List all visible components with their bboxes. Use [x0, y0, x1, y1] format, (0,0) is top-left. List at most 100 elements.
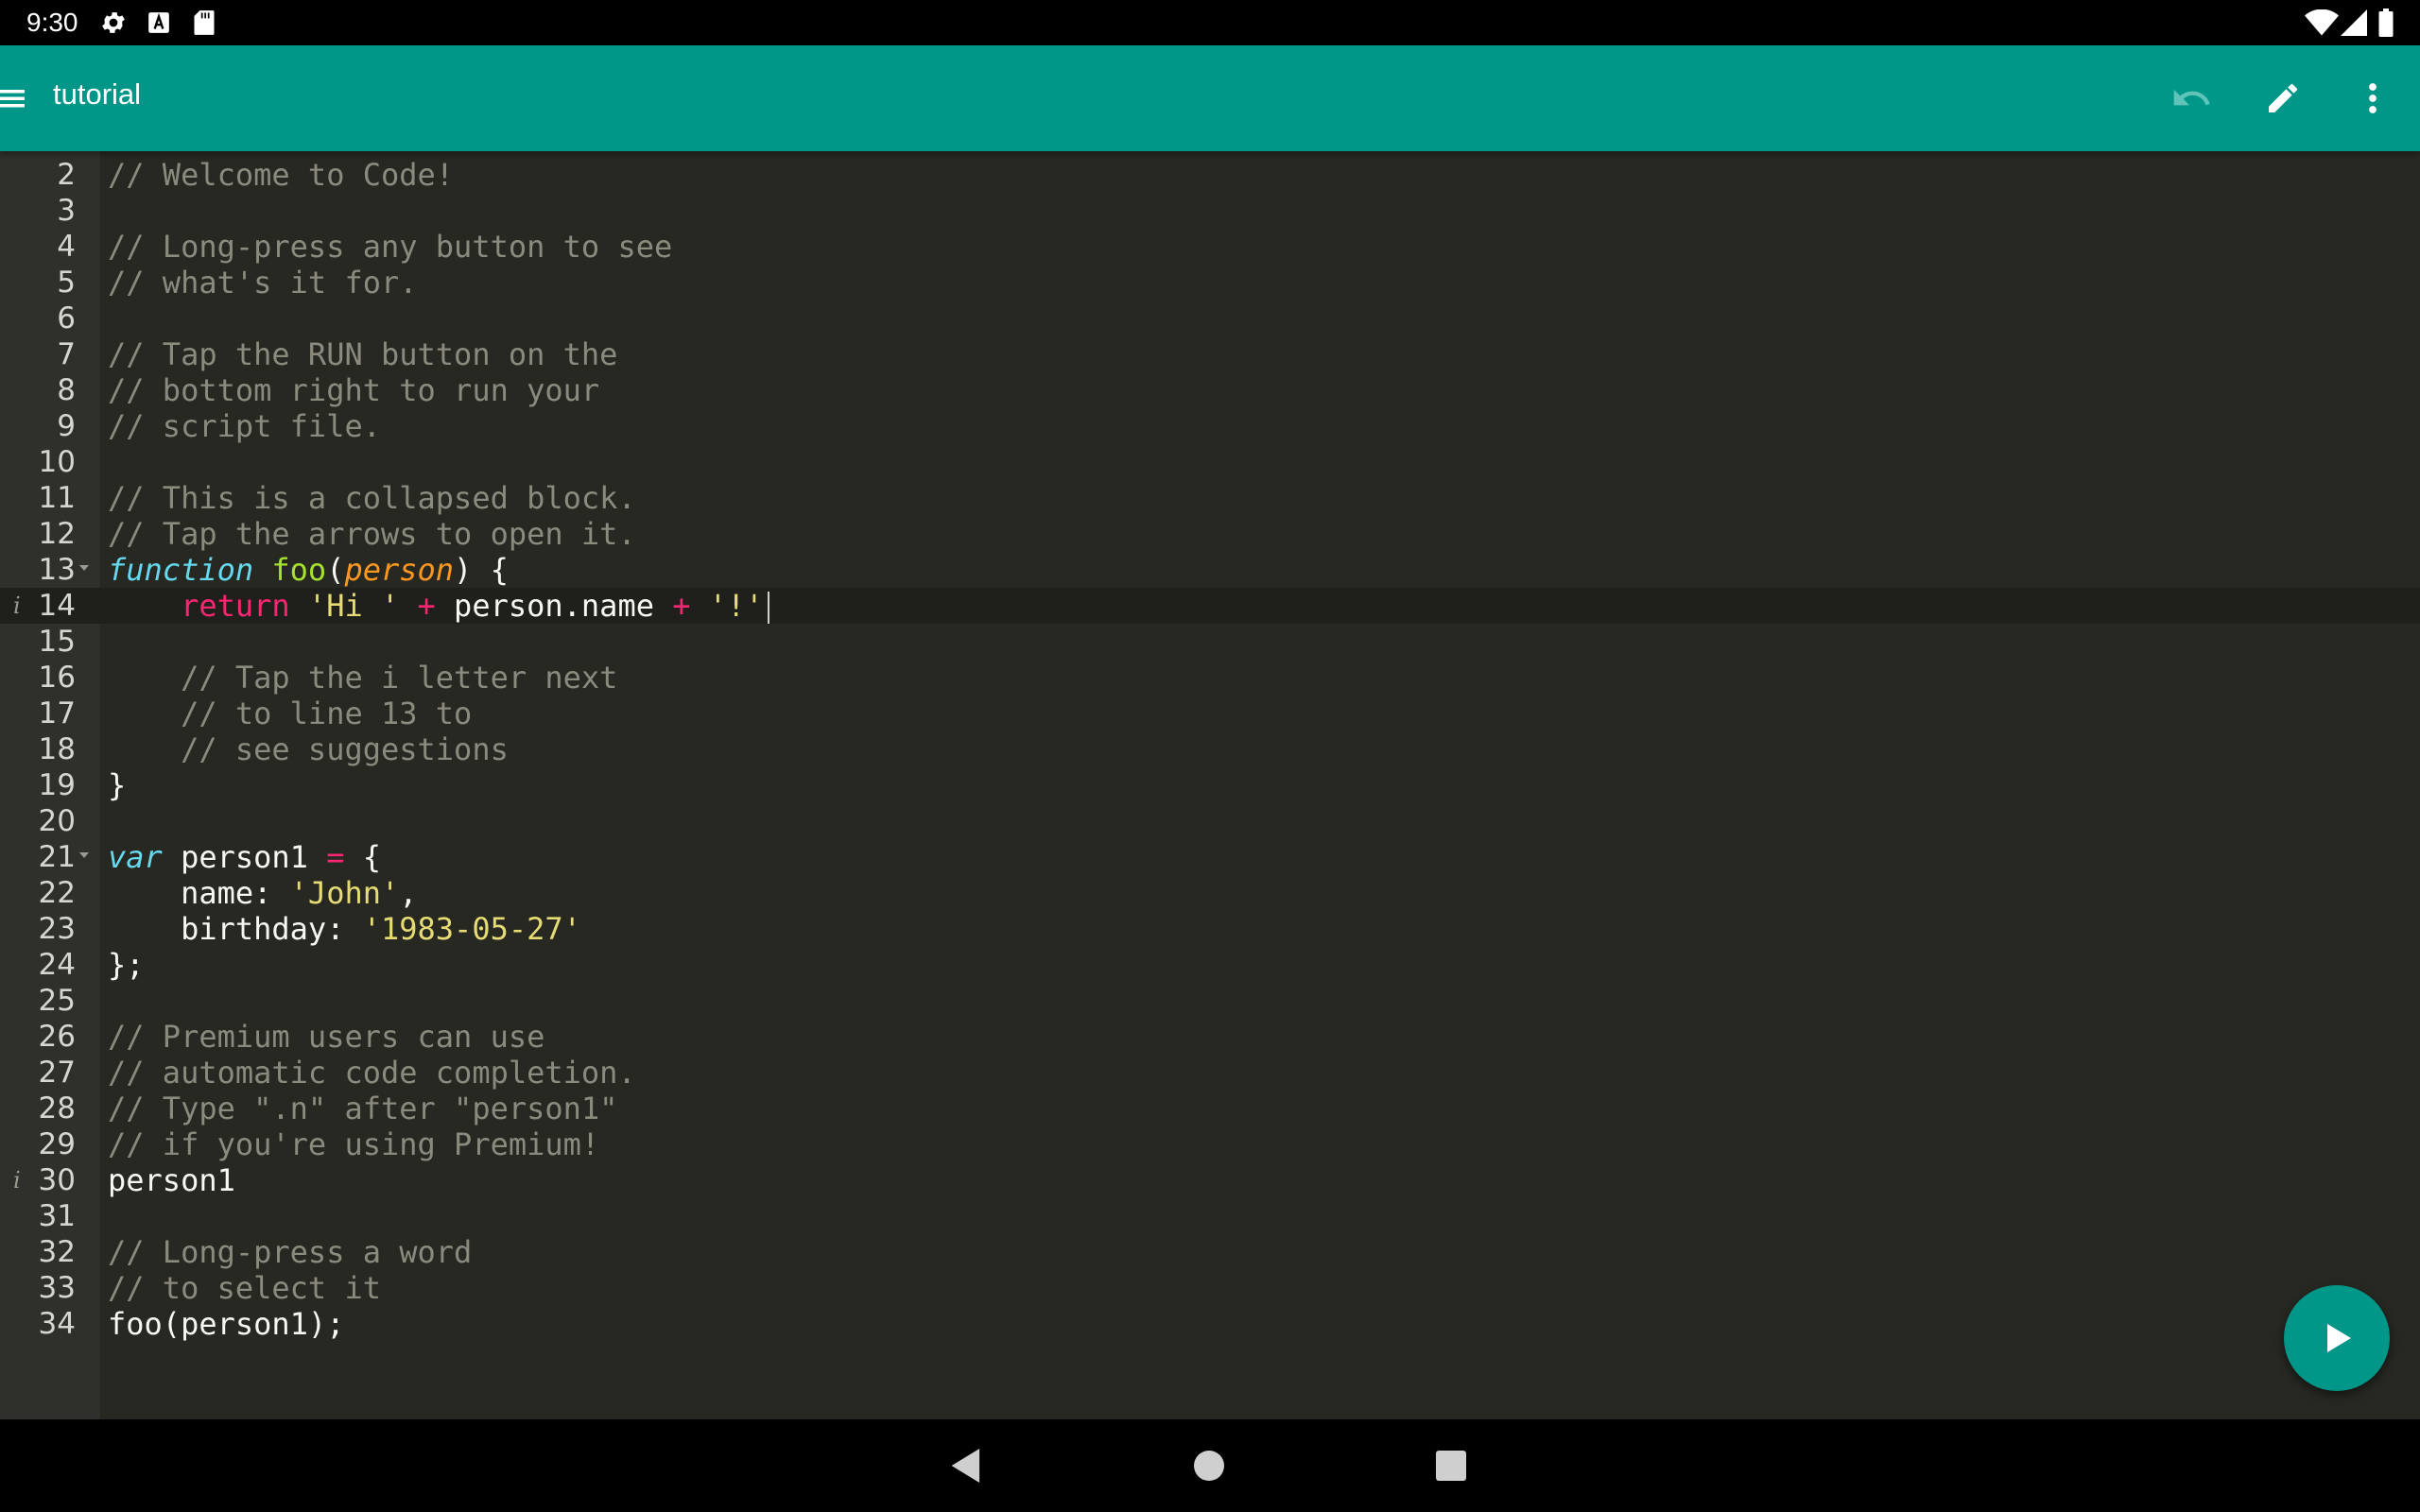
line-number: 9: [57, 409, 76, 443]
line-number: 32: [38, 1235, 76, 1269]
code-text[interactable]: var person1 = {: [108, 839, 381, 875]
code-line[interactable]: 24};: [0, 947, 2420, 983]
code-line[interactable]: 19}: [0, 767, 2420, 803]
line-number: 2: [57, 158, 76, 192]
line-number: 19: [38, 768, 76, 802]
code-line[interactable]: 2 // Welcome to Code!: [0, 157, 2420, 193]
info-suggestion-icon[interactable]: i: [13, 1162, 21, 1198]
code-text[interactable]: // Premium users can use: [108, 1019, 544, 1055]
line-number: 11: [38, 481, 76, 515]
code-text[interactable]: birthday: '1983-05-27': [108, 911, 581, 947]
code-line[interactable]: 22 name: 'John',: [0, 875, 2420, 911]
code-line[interactable]: 20: [0, 803, 2420, 839]
code-line[interactable]: 33 // to select it: [0, 1270, 2420, 1306]
code-line[interactable]: 13 function foo(person) {: [0, 552, 2420, 588]
code-line[interactable]: 34 foo(person1);: [0, 1306, 2420, 1342]
code-text[interactable]: function foo(person) {: [108, 552, 509, 588]
line-number: 33: [38, 1271, 76, 1305]
undo-icon[interactable]: [2165, 72, 2218, 125]
code-line[interactable]: 3: [0, 193, 2420, 229]
code-line[interactable]: 29 // if you're using Premium!: [0, 1126, 2420, 1162]
code-line[interactable]: 8 // bottom right to run your: [0, 372, 2420, 408]
code-text[interactable]: // Long-press any button to see: [108, 229, 672, 265]
line-number: 12: [38, 517, 76, 551]
code-text[interactable]: // Type ".n" after "person1": [108, 1091, 617, 1126]
edit-pencil-icon[interactable]: [2256, 72, 2309, 125]
code-text[interactable]: // what's it for.: [108, 265, 418, 301]
code-text[interactable]: // bottom right to run your: [108, 372, 599, 408]
code-line[interactable]: 21 var person1 = {: [0, 839, 2420, 875]
line-number: 22: [38, 876, 76, 910]
code-lines[interactable]: 2 // Welcome to Code! 3 4 // Long-press any …: [0, 151, 2420, 1419]
home-icon[interactable]: [1185, 1442, 1233, 1489]
code-line[interactable]: 4 // Long-press any button to see: [0, 229, 2420, 265]
code-text[interactable]: // Tap the RUN button on the: [108, 336, 617, 372]
code-line[interactable]: 30 i person1: [0, 1162, 2420, 1198]
code-text[interactable]: // to line 13 to: [108, 696, 472, 731]
line-number: 27: [38, 1056, 76, 1090]
code-text[interactable]: // This is a collapsed block.: [108, 480, 636, 516]
code-line[interactable]: 11 // This is a collapsed block.: [0, 480, 2420, 516]
recents-icon[interactable]: [1427, 1442, 1475, 1489]
code-text[interactable]: // automatic code completion.: [108, 1055, 636, 1091]
line-number: 5: [57, 266, 76, 300]
code-text[interactable]: };: [108, 947, 145, 983]
code-line[interactable]: 9 // script file.: [0, 408, 2420, 444]
code-line[interactable]: 31: [0, 1198, 2420, 1234]
code-line[interactable]: 18 // see suggestions: [0, 731, 2420, 767]
sd-card-icon: [191, 8, 217, 38]
info-suggestion-icon[interactable]: i: [13, 588, 21, 624]
line-number: 30: [38, 1163, 76, 1197]
run-button[interactable]: [2284, 1285, 2390, 1391]
code-line[interactable]: 15: [0, 624, 2420, 660]
code-line[interactable]: 23 birthday: '1983-05-27': [0, 911, 2420, 947]
code-line[interactable]: 6: [0, 301, 2420, 336]
code-text[interactable]: // script file.: [108, 408, 381, 444]
line-number: 8: [57, 373, 76, 407]
code-line[interactable]: 14 i return 'Hi ' + person.name + '!': [0, 588, 2420, 624]
code-text[interactable]: // Welcome to Code!: [108, 157, 454, 193]
fold-arrow-icon[interactable]: [79, 565, 89, 571]
more-vert-icon[interactable]: [2346, 72, 2399, 125]
hamburger-menu-icon[interactable]: [0, 79, 38, 117]
code-text[interactable]: // see suggestions: [108, 731, 509, 767]
code-text[interactable]: // to select it: [108, 1270, 381, 1306]
code-line[interactable]: 7 // Tap the RUN button on the: [0, 336, 2420, 372]
code-text[interactable]: // if you're using Premium!: [108, 1126, 599, 1162]
code-line[interactable]: 16 // Tap the i letter next: [0, 660, 2420, 696]
code-line[interactable]: 28 // Type ".n" after "person1": [0, 1091, 2420, 1126]
code-line[interactable]: 32 // Long-press a word: [0, 1234, 2420, 1270]
code-text[interactable]: // Long-press a word: [108, 1234, 472, 1270]
code-line[interactable]: 5 // what's it for.: [0, 265, 2420, 301]
code-text[interactable]: person1: [108, 1162, 235, 1198]
code-text[interactable]: return 'Hi ' + person.name + '!': [108, 588, 769, 624]
code-text[interactable]: name: 'John',: [108, 875, 417, 911]
line-number: 23: [38, 912, 76, 946]
line-number: 14: [38, 589, 76, 623]
line-number: 26: [38, 1020, 76, 1054]
line-number: 7: [57, 337, 76, 371]
line-number: 21: [38, 840, 76, 874]
code-line[interactable]: 12 // Tap the arrows to open it.: [0, 516, 2420, 552]
back-icon[interactable]: [943, 1442, 991, 1489]
text-a-icon: [146, 8, 172, 38]
code-line[interactable]: 27 // automatic code completion.: [0, 1055, 2420, 1091]
code-line[interactable]: 17 // to line 13 to: [0, 696, 2420, 731]
line-number: 28: [38, 1091, 76, 1125]
line-number: 29: [38, 1127, 76, 1161]
code-line[interactable]: 26 // Premium users can use: [0, 1019, 2420, 1055]
code-text[interactable]: }: [108, 767, 126, 803]
line-number: 20: [38, 804, 76, 838]
line-number: 10: [38, 445, 76, 479]
status-time: 9:30: [26, 8, 78, 37]
status-bar: 9:30: [0, 0, 2420, 45]
code-line[interactable]: 10: [0, 444, 2420, 480]
fold-arrow-icon[interactable]: [79, 852, 89, 858]
cell-signal-icon: [2339, 8, 2369, 38]
code-text[interactable]: // Tap the i letter next: [108, 660, 617, 696]
line-number: 31: [38, 1199, 76, 1233]
code-line[interactable]: 25: [0, 983, 2420, 1019]
line-number: 17: [38, 696, 76, 730]
code-text[interactable]: // Tap the arrows to open it.: [108, 516, 636, 552]
code-text[interactable]: foo(person1);: [108, 1306, 344, 1342]
